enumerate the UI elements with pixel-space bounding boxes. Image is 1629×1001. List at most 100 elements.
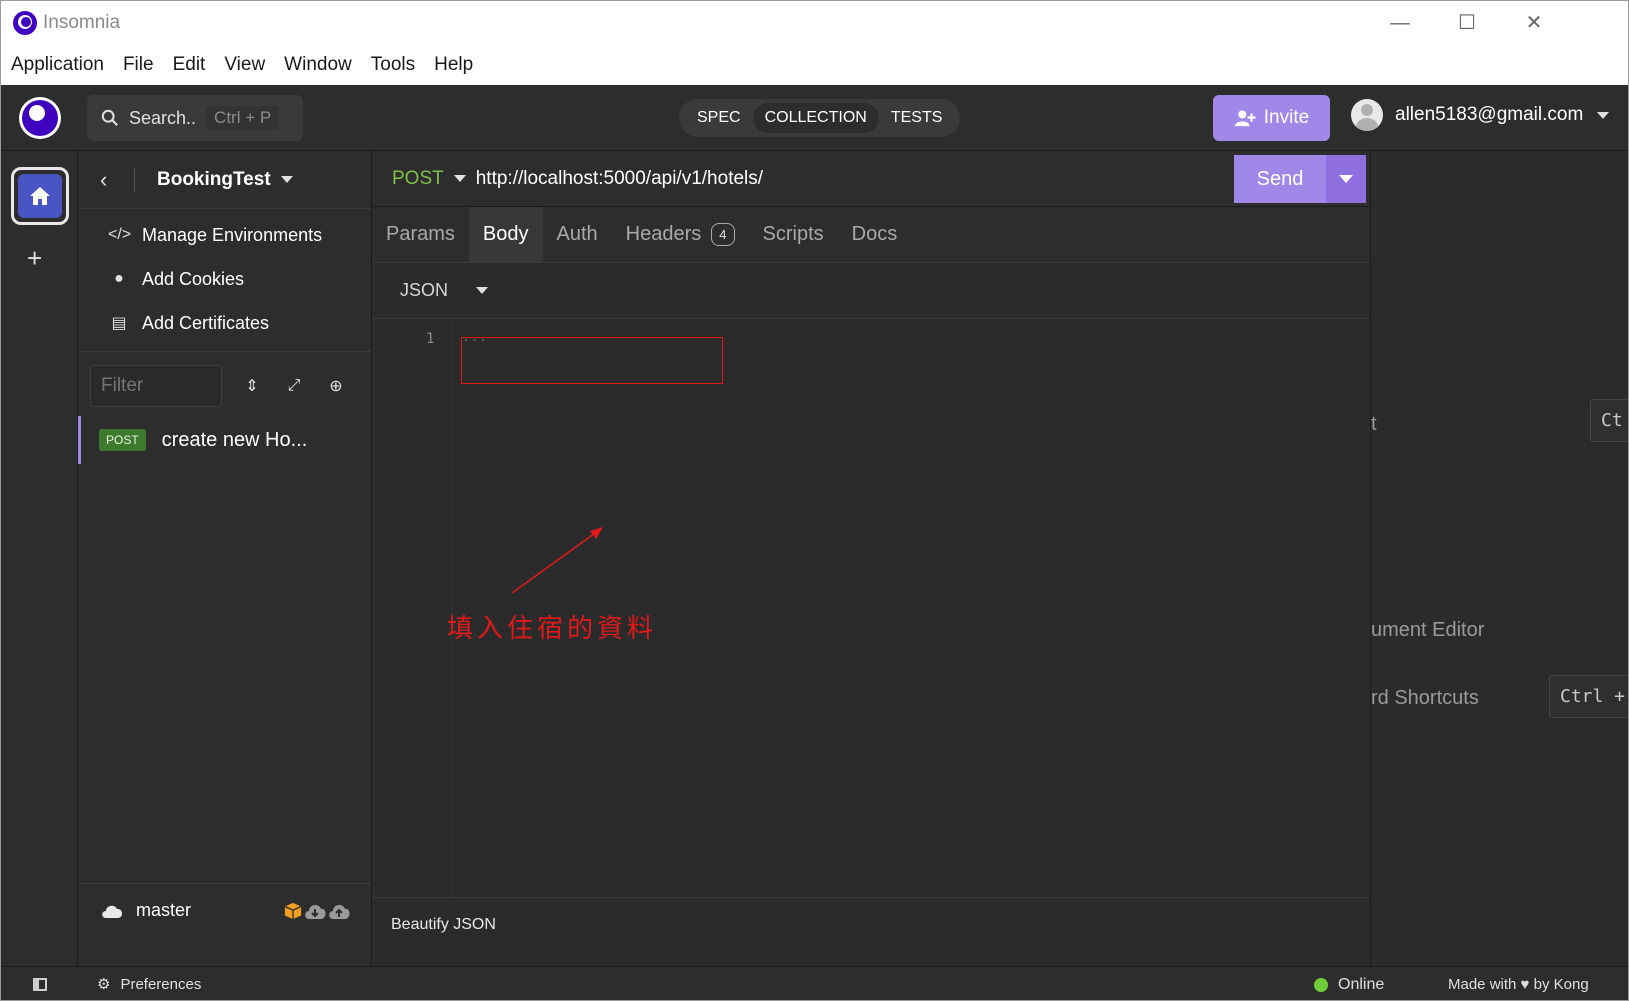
method-selector[interactable]: POST bbox=[392, 168, 444, 190]
made-with-suffix: by Kong bbox=[1533, 976, 1589, 993]
manage-environments-button[interactable]: </> Manage Environments bbox=[78, 213, 371, 257]
menu-tools[interactable]: Tools bbox=[371, 54, 415, 76]
menu-file[interactable]: File bbox=[123, 54, 154, 76]
response-hint-fragment: rd Shortcuts bbox=[1371, 687, 1479, 709]
cloud-upload-icon[interactable] bbox=[327, 902, 351, 920]
menu-application[interactable]: Application bbox=[11, 54, 104, 76]
send-options-button[interactable] bbox=[1326, 155, 1366, 203]
user-menu[interactable]: allen5183@gmail.com bbox=[1351, 99, 1610, 131]
tab-tests[interactable]: TESTS bbox=[879, 103, 955, 133]
chevron-down-icon bbox=[476, 287, 489, 294]
avatar bbox=[1351, 99, 1383, 131]
search-icon bbox=[101, 109, 118, 126]
cloud-download-icon[interactable] bbox=[303, 902, 327, 920]
tab-headers[interactable]: Headers 4 bbox=[612, 207, 749, 262]
add-workspace-icon[interactable]: + bbox=[27, 243, 42, 274]
connection-status: Online bbox=[1314, 976, 1384, 994]
sidebar-toggle-icon[interactable] bbox=[33, 978, 47, 991]
tab-body[interactable]: Body bbox=[468, 207, 543, 262]
home-icon bbox=[18, 174, 62, 218]
left-rail: + bbox=[1, 151, 78, 966]
menu-help[interactable]: Help bbox=[434, 54, 473, 76]
app-header: Search.. Ctrl + P SPEC COLLECTION TESTS … bbox=[1, 85, 1628, 151]
method-badge: POST bbox=[99, 429, 146, 451]
search-label: Search.. bbox=[129, 107, 197, 128]
body-type-selector[interactable]: JSON bbox=[372, 263, 1370, 319]
add-cookies-button[interactable]: ● Add Cookies bbox=[78, 257, 371, 301]
url-input[interactable]: http://localhost:5000/api/v1/hotels/ bbox=[476, 168, 763, 190]
send-button[interactable]: Send bbox=[1234, 168, 1326, 191]
gear-icon: ⚙ bbox=[97, 976, 111, 993]
tab-label: Auth bbox=[556, 223, 598, 245]
window-title: Insomnia bbox=[43, 12, 121, 33]
tab-label: Body bbox=[482, 223, 529, 245]
chevron-down-icon bbox=[1339, 175, 1353, 183]
action-label: Add Certificates bbox=[142, 312, 270, 333]
package-icon[interactable] bbox=[283, 902, 303, 920]
sort-icon[interactable]: ⇕ bbox=[240, 376, 264, 396]
insomnia-home-logo-icon[interactable] bbox=[19, 97, 61, 139]
request-list-item[interactable]: POST create new Ho... bbox=[78, 416, 371, 464]
tab-collection[interactable]: COLLECTION bbox=[752, 103, 879, 133]
menu-view[interactable]: View bbox=[224, 54, 265, 76]
back-chevron-icon[interactable]: ‹ bbox=[100, 167, 122, 193]
status-dot-icon bbox=[1314, 978, 1328, 992]
made-with-prefix: Made with bbox=[1448, 976, 1517, 993]
expand-icon[interactable]: ⤢ bbox=[282, 377, 306, 395]
tab-params[interactable]: Params bbox=[372, 207, 469, 262]
user-email: allen5183@gmail.com bbox=[1395, 104, 1584, 125]
filter-input[interactable] bbox=[90, 365, 222, 407]
body-editor[interactable]: 1 ... 填入住宿的資料 bbox=[372, 321, 1370, 897]
response-hint-fragment: ument Editor bbox=[1371, 619, 1485, 641]
tab-auth[interactable]: Auth bbox=[543, 207, 612, 262]
home-button[interactable] bbox=[11, 167, 69, 225]
search-button[interactable]: Search.. Ctrl + P bbox=[87, 95, 303, 141]
certificate-icon: ▤ bbox=[111, 315, 127, 332]
maximize-button[interactable]: ☐ bbox=[1444, 7, 1490, 39]
add-certificates-button[interactable]: ▤ Add Certificates bbox=[78, 301, 371, 345]
chevron-down-icon bbox=[1597, 111, 1610, 119]
close-button[interactable]: ✕ bbox=[1511, 7, 1557, 39]
divider bbox=[78, 351, 371, 352]
menu-edit[interactable]: Edit bbox=[173, 54, 206, 76]
sidebar-footer: master bbox=[78, 883, 371, 937]
mode-switcher: SPEC COLLECTION TESTS bbox=[679, 99, 961, 137]
tab-docs[interactable]: Docs bbox=[838, 207, 912, 262]
add-circle-icon[interactable]: ⊕ bbox=[324, 376, 348, 396]
tab-label: Scripts bbox=[762, 223, 824, 245]
response-hint-fragment: t bbox=[1371, 413, 1377, 435]
project-name[interactable]: BookingTest bbox=[157, 169, 271, 191]
tab-label: Headers bbox=[625, 223, 702, 245]
sync-icons bbox=[283, 902, 351, 920]
made-with-credit[interactable]: Made with ♥ by Kong bbox=[1448, 976, 1589, 993]
divider bbox=[134, 167, 135, 192]
body-type-label: JSON bbox=[400, 280, 449, 300]
tab-scripts[interactable]: Scripts bbox=[749, 207, 838, 262]
preferences-button[interactable]: ⚙ Preferences bbox=[97, 975, 202, 994]
chevron-down-icon[interactable] bbox=[280, 176, 293, 183]
action-label: Add Cookies bbox=[142, 268, 245, 289]
filter-row: ⇕ ⤢ ⊕ bbox=[78, 364, 371, 408]
preferences-label: Preferences bbox=[120, 975, 202, 993]
line-number: 1 bbox=[426, 331, 435, 347]
sidebar-header: ‹ BookingTest bbox=[78, 151, 371, 209]
send-button-group: Send bbox=[1234, 155, 1366, 203]
minimize-button[interactable]: — bbox=[1377, 7, 1423, 39]
sidebar-actions: </> Manage Environments ● Add Cookies ▤ … bbox=[78, 213, 371, 345]
request-name: create new Ho... bbox=[161, 428, 308, 451]
add-user-icon bbox=[1234, 110, 1256, 127]
tab-spec[interactable]: SPEC bbox=[685, 103, 753, 133]
invite-button[interactable]: Invite bbox=[1213, 95, 1330, 141]
annotation-text: 填入住宿的資料 bbox=[447, 614, 658, 644]
menu-window[interactable]: Window bbox=[284, 54, 352, 76]
status-bar: ⚙ Preferences Online Made with ♥ by Kong bbox=[1, 966, 1628, 1000]
tab-label: Docs bbox=[851, 223, 898, 245]
chevron-down-icon[interactable] bbox=[453, 175, 466, 182]
beautify-json-button[interactable]: Beautify JSON bbox=[391, 916, 496, 934]
cookie-icon: ● bbox=[114, 270, 124, 287]
response-pane: t Ct ument Editor rd Shortcuts Ctrl + bbox=[1371, 151, 1628, 966]
branch-name[interactable]: master bbox=[136, 900, 191, 921]
status-label: Online bbox=[1338, 976, 1385, 993]
shortcut-key: Ct bbox=[1590, 399, 1628, 442]
url-bar: POST http://localhost:5000/api/v1/hotels… bbox=[372, 151, 1370, 207]
